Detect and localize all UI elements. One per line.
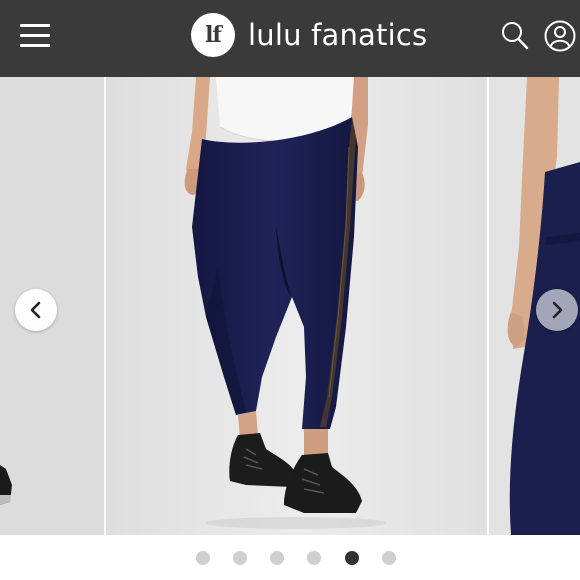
product-photo-main[interactable]	[106, 77, 487, 535]
product-image-carousel[interactable]	[0, 77, 580, 535]
hamburger-menu-icon[interactable]	[20, 24, 50, 48]
top-navigation-bar: lf lulu fanatics	[0, 0, 580, 77]
user-profile-icon[interactable]	[544, 20, 576, 52]
pagination-dot[interactable]	[270, 551, 284, 565]
pagination-dot[interactable]	[233, 551, 247, 565]
previous-image-button[interactable]	[15, 289, 57, 331]
next-image-button[interactable]	[536, 289, 578, 331]
pagination-dot[interactable]	[196, 551, 210, 565]
chevron-left-icon	[30, 301, 41, 319]
pagination-dot-active[interactable]	[345, 551, 359, 565]
brand-name: lulu fanatics	[248, 18, 428, 52]
logo-badge: lf	[191, 13, 235, 57]
pagination-dot[interactable]	[307, 551, 321, 565]
search-icon[interactable]	[500, 20, 530, 52]
chevron-right-icon	[552, 301, 563, 319]
brand-logo[interactable]: lf lulu fanatics	[191, 13, 427, 57]
carousel-pagination	[0, 551, 580, 565]
pagination-dot[interactable]	[382, 551, 396, 565]
